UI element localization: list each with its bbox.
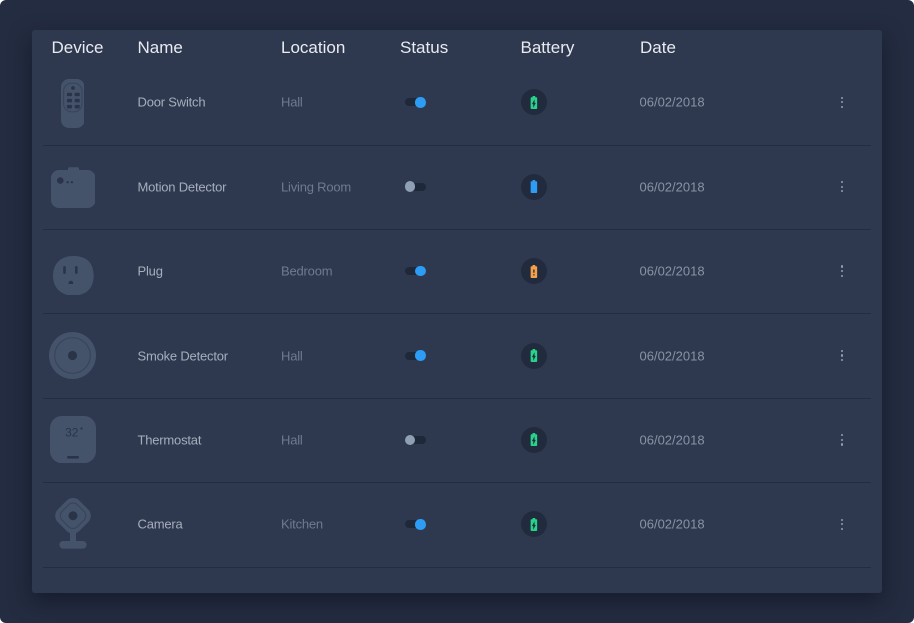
svg-text:32: 32 — [65, 426, 79, 440]
